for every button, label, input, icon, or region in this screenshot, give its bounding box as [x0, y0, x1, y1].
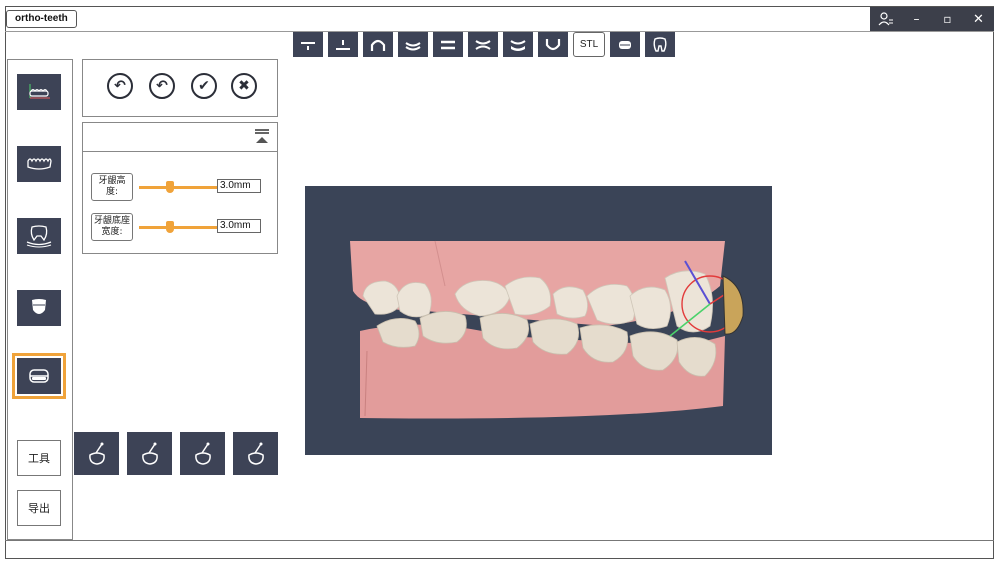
- tooth-pick-button-2[interactable]: [127, 432, 172, 475]
- confirm-button[interactable]: ✔: [191, 73, 217, 99]
- tooth-pick-icon: [141, 442, 158, 465]
- title-bar: [5, 6, 994, 32]
- gum-height-row: 牙龈高度: 3.0mm: [91, 173, 271, 203]
- close-button[interactable]: ✕: [963, 7, 994, 31]
- action-panel: ↶ ↶ ✔ ✖: [82, 59, 278, 117]
- undo-button[interactable]: ↶: [107, 73, 133, 99]
- params-header: [83, 123, 277, 152]
- gum-base-width-value[interactable]: 3.0mm: [217, 219, 261, 233]
- gum-base-width-slider-thumb[interactable]: [166, 221, 174, 233]
- cancel-button[interactable]: ✖: [231, 73, 257, 99]
- sidebar-item-gum-band[interactable]: [12, 353, 66, 399]
- midline-icon[interactable]: [328, 32, 358, 57]
- gum-height-label: 牙龈高度:: [91, 173, 133, 201]
- gum-base-width-row: 牙龈底座宽度: 3.0mm: [91, 213, 271, 243]
- export-button[interactable]: 导出: [17, 490, 61, 526]
- sidebar-item-tooth-root[interactable]: [17, 218, 61, 254]
- crown-icon: [32, 299, 46, 314]
- lower-arch-icon[interactable]: [398, 32, 428, 57]
- tooth-pick-button-1[interactable]: [74, 432, 119, 475]
- redo-button[interactable]: ↶: [149, 73, 175, 99]
- tooth-root-icon: [26, 225, 52, 248]
- status-divider: [5, 540, 994, 541]
- gum-height-slider[interactable]: [139, 186, 217, 189]
- u-shape-icon[interactable]: [538, 32, 568, 57]
- gum-base-width-slider[interactable]: [139, 226, 217, 229]
- gum-params-panel: 牙龈高度: 3.0mm 牙龈底座宽度: 3.0mm: [82, 122, 278, 254]
- gum-icon[interactable]: [610, 32, 640, 57]
- converge-lines-icon[interactable]: [468, 32, 498, 57]
- sidebar-item-axis-teeth[interactable]: [17, 74, 61, 110]
- tools-button[interactable]: 工具: [17, 440, 61, 476]
- tooth-pick-icon: [247, 442, 264, 465]
- top-toolbar: STL: [293, 32, 675, 57]
- tooth-pick-button-3[interactable]: [180, 432, 225, 475]
- gum-band-icon: [29, 369, 49, 383]
- tooth-outline-icon[interactable]: [645, 32, 675, 57]
- gum-base-width-label: 牙龈底座宽度:: [91, 213, 133, 241]
- dental-model-render: [350, 240, 744, 419]
- parallel-lines-icon[interactable]: [433, 32, 463, 57]
- restore-button[interactable]: ▫: [932, 7, 963, 31]
- tooth-pick-icon: [88, 442, 105, 465]
- user-switch-icon[interactable]: [870, 7, 901, 31]
- occlusion-plane-icon[interactable]: [293, 32, 323, 57]
- stl-button[interactable]: STL: [573, 32, 605, 57]
- sidebar-item-teeth-row[interactable]: [17, 146, 61, 182]
- left-sidebar: 工具 导出: [7, 59, 73, 540]
- collapse-icon[interactable]: [253, 127, 271, 145]
- tooth-pick-icon: [194, 442, 211, 465]
- gum-height-value[interactable]: 3.0mm: [217, 179, 261, 193]
- sidebar-item-crown[interactable]: [17, 290, 61, 326]
- axis-teeth-icon: [29, 84, 50, 99]
- window-controls: – ▫ ✕: [870, 7, 994, 31]
- app-title-tab[interactable]: ortho-teeth: [6, 10, 77, 28]
- bottom-toolbar: [74, 432, 278, 475]
- teeth-row-icon: [27, 158, 52, 170]
- minimize-button[interactable]: –: [901, 7, 932, 31]
- curve-tray-icon[interactable]: [503, 32, 533, 57]
- gum-height-slider-thumb[interactable]: [166, 181, 174, 193]
- tooth-pick-button-4[interactable]: [233, 432, 278, 475]
- 3d-viewport[interactable]: [305, 186, 772, 455]
- arch-icon[interactable]: [363, 32, 393, 57]
